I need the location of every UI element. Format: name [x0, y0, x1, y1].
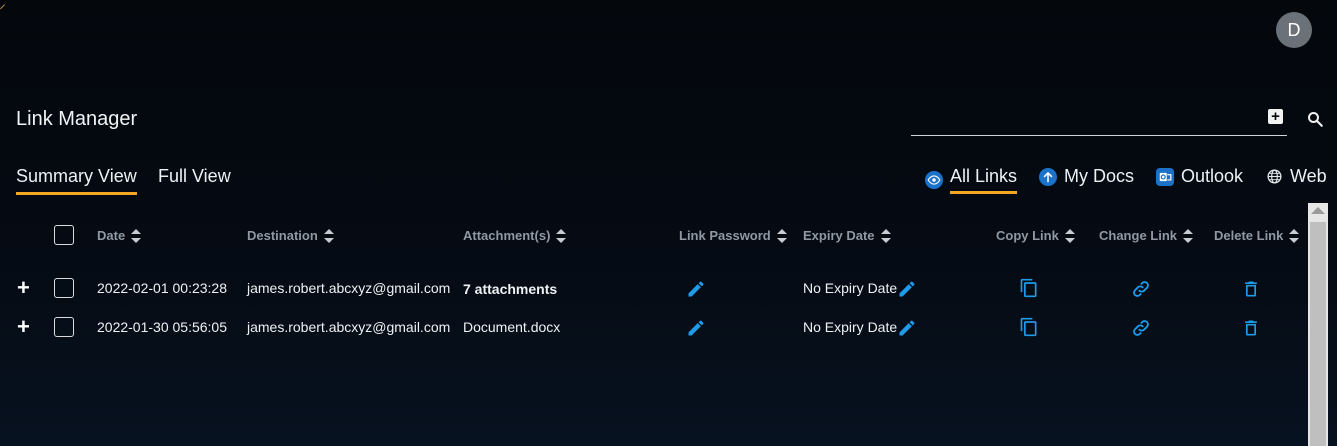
edit-password-icon[interactable]	[686, 318, 706, 338]
edit-expiry-icon[interactable]	[897, 318, 917, 338]
copy-link-icon[interactable]	[1019, 278, 1039, 298]
cell-destination: james.robert.abcxyz@gmail.com	[247, 280, 451, 296]
outlook-icon	[1156, 167, 1174, 186]
filter-label: All Links	[950, 166, 1018, 194]
column-header-attachments[interactable]: Attachment(s)	[463, 228, 567, 243]
search-input[interactable]	[911, 105, 1287, 136]
add-link-button[interactable]: +	[1268, 109, 1283, 124]
corner-accent	[0, 0, 5, 10]
filter-label: My Docs	[1064, 166, 1135, 186]
filter-label: Web	[1290, 166, 1327, 186]
filter-my-docs[interactable]: My Docs	[1039, 166, 1134, 187]
scrollbar-thumb[interactable]	[1310, 222, 1326, 446]
column-header-link-password[interactable]: Link Password	[679, 228, 787, 243]
scroll-up-icon[interactable]	[1311, 207, 1325, 214]
sort-icon	[1064, 228, 1075, 243]
tab-full-view[interactable]: Full View	[158, 166, 231, 192]
column-header-delete-link[interactable]: Delete Link	[1214, 228, 1300, 243]
cell-date: 2022-02-01 00:23:28	[97, 280, 227, 296]
sort-icon	[323, 228, 334, 243]
upload-icon	[1039, 167, 1057, 186]
cell-attachments[interactable]: 7 attachments	[463, 281, 557, 297]
tab-summary-view[interactable]: Summary View	[16, 166, 137, 195]
column-header-date[interactable]: Date	[97, 228, 142, 243]
column-header-destination[interactable]: Destination	[247, 228, 334, 243]
edit-password-icon[interactable]	[686, 279, 706, 299]
change-link-icon[interactable]	[1131, 318, 1151, 338]
expand-row-icon[interactable]: +	[17, 277, 30, 299]
filter-outlook[interactable]: Outlook	[1156, 166, 1243, 187]
sort-icon	[131, 228, 142, 243]
column-header-change-link[interactable]: Change Link	[1099, 228, 1194, 243]
filter-web[interactable]: Web	[1265, 166, 1327, 187]
eye-icon	[925, 171, 943, 189]
cell-expiry: No Expiry Date	[803, 319, 898, 335]
filter-all-links[interactable]: All Links	[925, 166, 1018, 194]
expand-row-icon[interactable]: +	[17, 316, 30, 338]
sort-icon	[556, 228, 567, 243]
sort-icon	[880, 228, 891, 243]
globe-icon	[1265, 168, 1283, 186]
cell-destination: james.robert.abcxyz@gmail.com	[247, 319, 451, 335]
column-header-expiry-date[interactable]: Expiry Date	[803, 228, 891, 243]
column-header-copy-link[interactable]: Copy Link	[996, 228, 1075, 243]
edit-expiry-icon[interactable]	[897, 279, 917, 299]
sort-icon	[776, 228, 787, 243]
copy-link-icon[interactable]	[1019, 317, 1039, 337]
delete-link-icon[interactable]	[1241, 279, 1261, 299]
sort-icon	[1183, 228, 1194, 243]
row-checkbox[interactable]	[54, 278, 74, 298]
filter-label: Outlook	[1181, 166, 1244, 186]
cell-date: 2022-01-30 05:56:05	[97, 319, 227, 335]
select-all-checkbox[interactable]	[54, 225, 74, 245]
search-icon[interactable]	[1306, 110, 1324, 128]
change-link-icon[interactable]	[1131, 279, 1151, 299]
cell-attachments: Document.docx	[463, 319, 561, 335]
page-title: Link Manager	[16, 108, 138, 130]
user-avatar[interactable]: D	[1276, 12, 1312, 48]
cell-expiry: No Expiry Date	[803, 280, 898, 296]
row-checkbox[interactable]	[54, 317, 74, 337]
sort-icon	[1289, 228, 1300, 243]
delete-link-icon[interactable]	[1241, 318, 1261, 338]
